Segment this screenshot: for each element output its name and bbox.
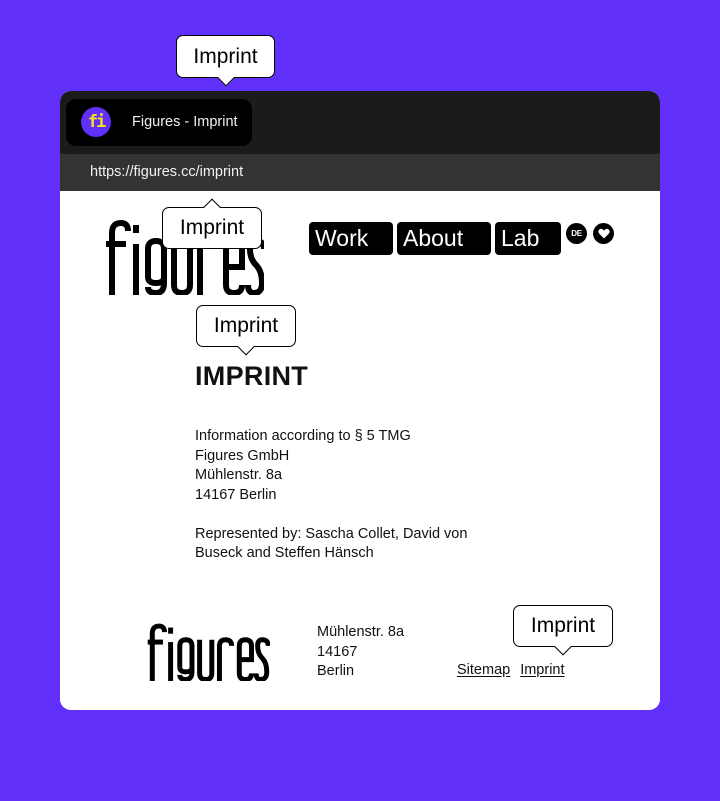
- tooltip-footer-imprint: Imprint: [513, 605, 613, 656]
- tooltip-pointer: [217, 69, 234, 87]
- favorite-button[interactable]: [593, 223, 614, 244]
- language-label: DE: [571, 229, 582, 238]
- footer-sitemap-link[interactable]: Sitemap: [457, 662, 510, 678]
- info-line: Mühlenstr. 8a: [195, 467, 283, 483]
- address-line: Mühlenstr. 8a: [317, 624, 405, 640]
- tooltip-tab-imprint: Imprint: [176, 35, 275, 87]
- info-line: Information according to § 5 TMG: [195, 428, 411, 444]
- page-title: IMPRINT: [195, 361, 309, 391]
- represented-by: Represented by: Sascha Collet, David von…: [195, 525, 468, 562]
- info-line: Figures GmbH: [195, 447, 290, 464]
- url-text: https://figures.cc/imprint: [90, 164, 244, 180]
- tooltip-text: Imprint: [179, 216, 245, 239]
- browser-tab[interactable]: fi Figures - Imprint: [66, 99, 252, 146]
- footer-links: Sitemap Imprint: [457, 662, 565, 678]
- tooltip-title-imprint: Imprint: [196, 305, 296, 356]
- url-bar[interactable]: https://figures.cc/imprint: [60, 154, 660, 191]
- heart-icon: [597, 228, 610, 239]
- main-nav: Work About Lab DE: [309, 222, 614, 255]
- nav-lab[interactable]: Lab: [495, 222, 561, 255]
- nav-work[interactable]: Work: [309, 222, 393, 255]
- nav-about[interactable]: About: [397, 222, 491, 255]
- language-toggle-button[interactable]: DE: [566, 223, 587, 244]
- tooltip-url-imprint: Imprint: [162, 198, 262, 249]
- info-line: 14167 Berlin: [195, 486, 277, 503]
- favicon-icon: fi: [81, 107, 111, 137]
- tooltip-text: Imprint: [193, 44, 258, 68]
- tooltip-text: Imprint: [530, 614, 596, 637]
- address-line: 14167: [317, 643, 358, 660]
- address-line: Berlin: [317, 663, 355, 679]
- tab-bar: fi Figures - Imprint: [60, 91, 660, 154]
- imprint-info: Information according to § 5 TMG Figures…: [195, 427, 495, 564]
- footer-address: Mühlenstr. 8a 14167 Berlin: [317, 623, 404, 682]
- footer-imprint-link[interactable]: Imprint: [520, 662, 564, 678]
- tab-title: Figures - Imprint: [132, 114, 238, 130]
- footer-figures-logo[interactable]: [146, 623, 270, 681]
- tooltip-text: Imprint: [213, 314, 279, 337]
